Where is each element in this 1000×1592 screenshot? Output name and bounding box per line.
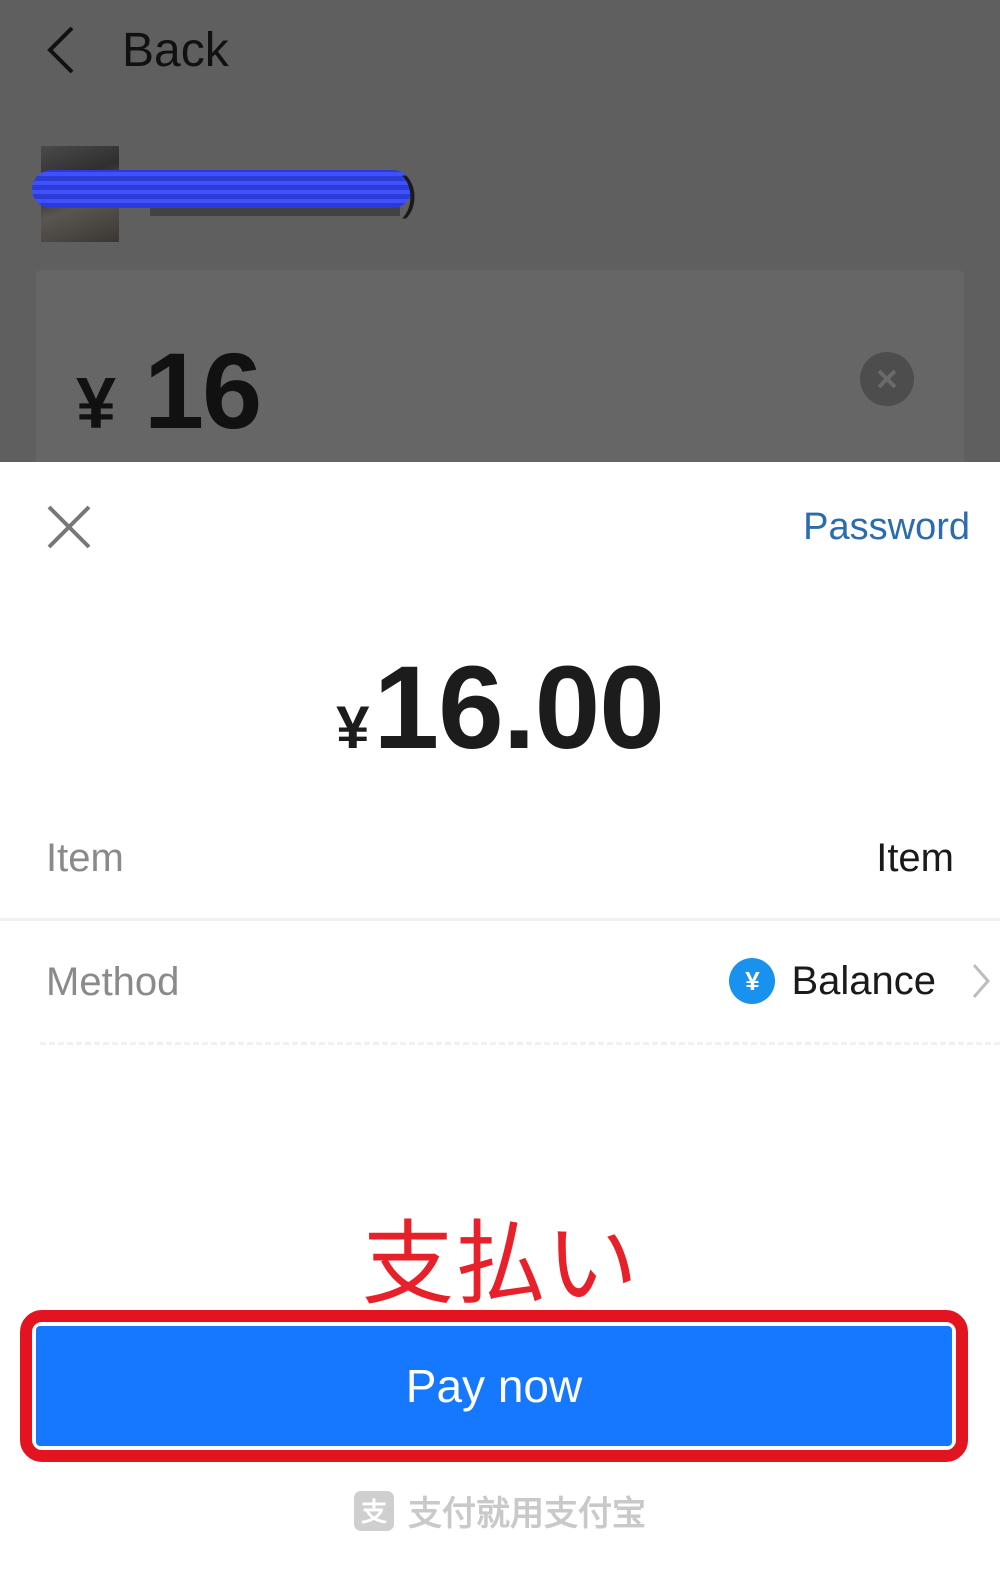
password-link[interactable]: Password (803, 506, 970, 549)
balance-icon: ¥ (729, 958, 776, 1004)
back-label: Back (122, 23, 229, 77)
amount-value: 16 (144, 330, 262, 451)
item-row-value: Item (876, 836, 954, 880)
amount-currency: ¥ (76, 364, 117, 444)
close-icon (47, 505, 91, 549)
footer-text: 支付就用支付宝 (408, 1494, 646, 1534)
item-row: Item Item (0, 798, 1000, 921)
payment-total: ¥16.00 (0, 640, 1000, 776)
total-value: 16.00 (373, 642, 665, 774)
pay-now-button[interactable]: Pay now (36, 1326, 952, 1446)
alipay-logo-icon: 支 (354, 1490, 394, 1531)
background-page: Back ) ¥ 16 (0, 0, 1000, 470)
total-currency: ¥ (336, 694, 370, 761)
back-button[interactable]: Back (40, 18, 229, 82)
clear-amount-button[interactable] (860, 352, 914, 406)
merchant-name-paren: ) (402, 167, 418, 219)
chevron-right-icon (970, 961, 992, 1001)
payment-method-row[interactable]: Method ¥ Balance (40, 922, 1000, 1045)
item-row-label: Item (46, 836, 124, 880)
clear-icon (877, 369, 897, 389)
payment-method-selector[interactable]: ¥ Balance (729, 956, 992, 1006)
payment-sheet: Password ¥16.00 Item Item Method ¥ Balan… (0, 462, 1000, 1592)
redaction-scribble (32, 170, 412, 208)
chevron-left-icon (40, 20, 88, 80)
annotation-label: 支払い (361, 1211, 638, 1318)
footer-branding: 支 支付就用支付宝 (0, 1486, 1000, 1535)
close-button[interactable] (44, 502, 94, 552)
balance-label: Balance (791, 958, 936, 1003)
method-row-label: Method (46, 960, 180, 1004)
amount-input[interactable]: ¥ 16 (76, 328, 262, 451)
